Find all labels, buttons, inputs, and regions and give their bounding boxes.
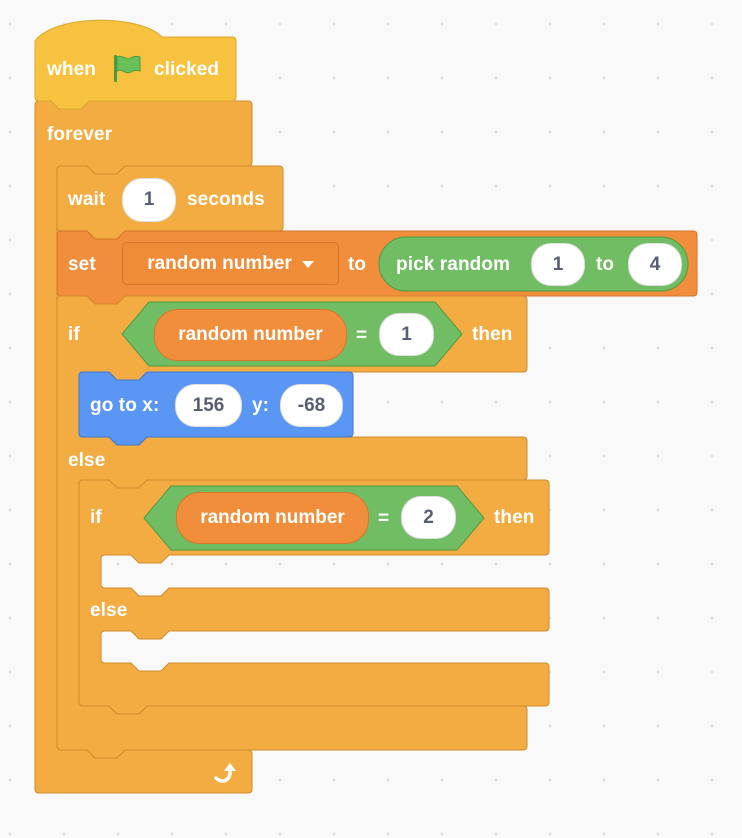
pick-random-from-input[interactable]: 1 (531, 243, 585, 286)
pick-random-to-value: 4 (649, 253, 661, 275)
forever-label: forever (47, 124, 113, 145)
pick-random-to-label: to (596, 254, 615, 275)
loop-arrow-icon (214, 763, 236, 783)
then-label-outer: then (472, 324, 513, 345)
equals-value-2: 2 (423, 506, 434, 528)
chevron-down-icon (301, 261, 314, 268)
equals-operator-1: = (356, 325, 368, 346)
pick-random-to-input[interactable]: 4 (628, 243, 682, 286)
equals-operator-2: = (378, 508, 390, 529)
go-to-label: go to x: (90, 395, 160, 416)
set-label: set (68, 254, 96, 275)
else-label-outer: else (68, 450, 106, 471)
random-number-reporter-2[interactable]: random number (176, 492, 369, 544)
equals-value-input-2[interactable]: 2 (401, 496, 456, 539)
random-number-reporter-1[interactable]: random number (154, 309, 347, 361)
if-label-inner: if (90, 507, 102, 528)
go-to-y-input[interactable]: -68 (280, 384, 343, 427)
if-label-outer: if (68, 324, 80, 345)
equals-value-1: 1 (401, 323, 412, 345)
wait-seconds-input[interactable]: 1 (122, 178, 176, 222)
pick-random-label: pick random (396, 254, 511, 275)
variable-dropdown[interactable]: random number (122, 242, 339, 285)
go-to-y-value: -68 (297, 394, 326, 416)
then-label-inner: then (494, 507, 535, 528)
set-to-label: to (348, 254, 367, 275)
pick-random-from-value: 1 (552, 253, 564, 275)
wait-seconds-value: 1 (143, 189, 155, 210)
go-to-x-value: 156 (192, 394, 225, 416)
green-flag-icon (114, 55, 141, 82)
hat-when-label: when (47, 59, 96, 80)
wait-label: wait (68, 189, 106, 210)
seconds-label: seconds (187, 189, 265, 210)
else-label-inner: else (90, 600, 128, 621)
go-to-y-label: y: (252, 395, 270, 416)
go-to-x-input[interactable]: 156 (175, 384, 242, 427)
variable-dropdown-value: random number (147, 252, 292, 274)
code-workspace[interactable]: when clicked forever wait 1 seconds set … (0, 0, 742, 838)
hat-clicked-label: clicked (154, 59, 220, 80)
equals-value-input-1[interactable]: 1 (379, 313, 434, 356)
random-number-reporter-1-label: random number (178, 324, 323, 345)
random-number-reporter-2-label: random number (200, 507, 345, 528)
